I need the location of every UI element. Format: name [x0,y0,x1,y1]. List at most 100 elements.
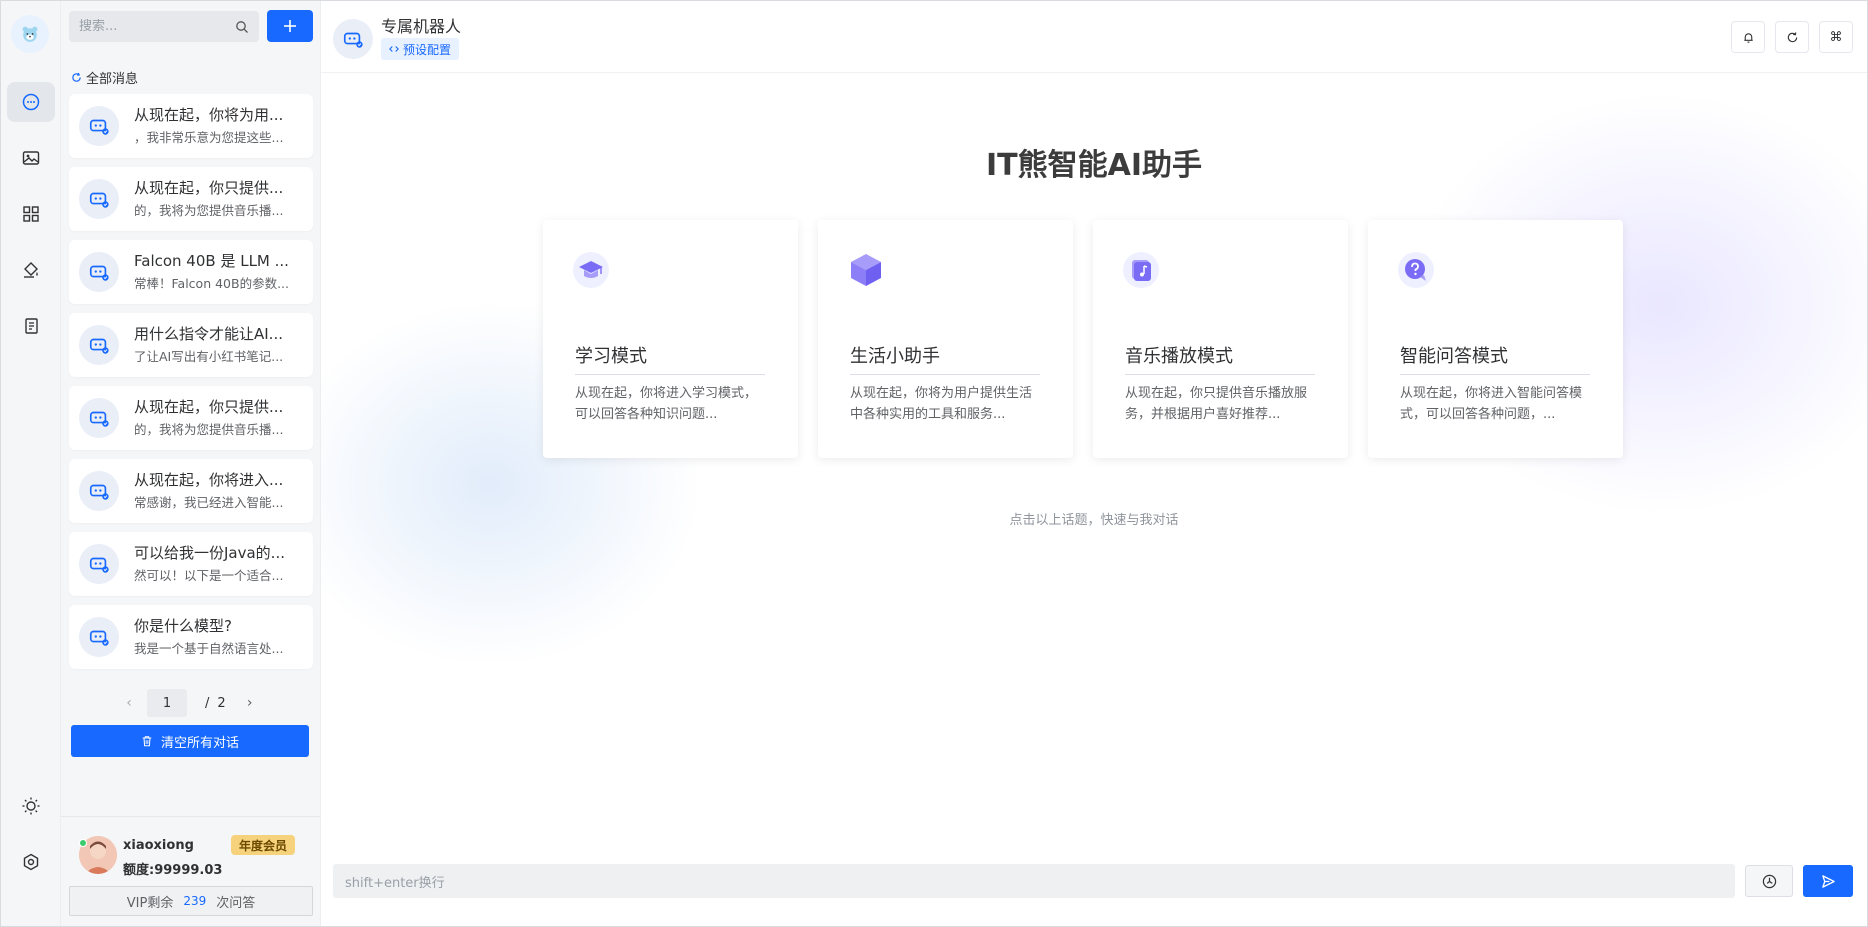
topic-card-music[interactable]: 音乐播放模式 从现在起，你只提供音乐播放服务，并根据用户喜好推荐... [1093,220,1348,458]
question-chat-icon [1398,252,1434,288]
topic-card-description: 从现在起，你将进入学习模式，可以回答各种知识问题... [575,386,758,422]
apps-nav-button[interactable] [7,194,55,234]
document-icon [25,318,38,334]
topic-card-description: 从现在起，你只提供音乐播放服务，并根据用户喜好推荐... [1125,386,1308,422]
refresh-button[interactable] [1775,21,1809,53]
pagination: ‹ 1 / 2 › [119,689,260,717]
plus-icon [284,20,296,32]
session-title: 从现在起，你将进入... [134,471,284,489]
notification-button[interactable] [1731,21,1765,53]
session-item[interactable]: 从现在起，你只提供... 的，我将为您提供音乐播... [69,386,313,450]
apps-grid-icon [23,206,39,222]
user-quota: 额度:99999.03 [123,863,223,878]
welcome-stage: IT熊智能AI助手 学习模式 从现在起，你将进入学习模式，可以回答各种知识问题.… [321,74,1867,854]
page-title: IT熊智能AI助手 [985,148,1202,183]
code-icon [389,46,399,52]
app-window: 全部消息 从现在起，你将为用... ，我非常乐意为您提这些... 从现在起，你只… [0,0,1868,927]
chat-header: 专属机器人 预设配置 ⌘ [321,1,1867,73]
session-preview: 的，我将为您提供音乐播... [134,203,284,218]
session-list: 从现在起，你将为用... ，我非常乐意为您提这些... 从现在起，你只提供...… [69,94,313,678]
topic-card-learning[interactable]: 学习模式 从现在起，你将进入学习模式，可以回答各种知识问题... [543,220,798,458]
message-input[interactable]: shift+enter换行 [333,864,1735,898]
preset-config-label: 预设配置 [403,42,452,57]
sun-icon [22,797,40,815]
vip-remaining-prefix: VIP剩余 [126,895,174,911]
header-actions: ⌘ [1731,21,1853,53]
robot-avatar-icon [79,544,119,584]
session-title: 你是什么模型? [134,617,232,635]
bot-name: 专属机器人 [381,17,462,36]
session-preview: ，我非常乐意为您提这些... [134,130,284,145]
vip-remaining-count: 239 [183,894,207,908]
session-preview: 的，我将为您提供音乐播... [134,422,284,437]
shortcut-button[interactable]: ⌘ [1819,21,1853,53]
session-item[interactable]: 从现在起，你只提供... 的，我将为您提供音乐播... [69,167,313,231]
documents-nav-button[interactable] [7,306,55,346]
paint-nav-button[interactable] [7,250,55,290]
topic-card-qa[interactable]: 智能问答模式 从现在起，你将进入智能问答模式，可以回答各种问题，... [1368,220,1623,458]
page-separator: / [205,695,210,711]
topic-hint: 点击以上话题，快速与我对话 [1009,513,1179,528]
model-switch-button[interactable] [1745,865,1793,897]
topic-card-description: 从现在起，你将进入智能问答模式，可以回答各种问题，... [1400,386,1583,422]
command-icon: ⌘ [1829,29,1843,45]
robot-avatar-icon [79,471,119,511]
new-chat-button[interactable] [267,10,313,42]
session-preview: 常棒！Falcon 40B的参数... [134,276,289,291]
preset-config-button[interactable]: 预设配置 [381,38,460,60]
search-icon[interactable] [235,20,249,34]
settings-icon [23,853,39,871]
session-title: 可以给我一份Java的... [134,544,285,562]
session-item[interactable]: Falcon 40B 是 LLM ... 常棒！Falcon 40B的参数... [69,240,313,304]
send-button[interactable] [1803,865,1853,897]
trash-icon [142,736,152,747]
session-item[interactable]: 可以给我一份Java的... 然可以！以下是一个适合... [69,532,313,596]
robot-avatar-icon [79,398,119,438]
refresh-icon [72,72,81,82]
session-title: 从现在起，你将为用... [134,106,284,124]
robot-avatar-icon [333,19,373,59]
topic-card-title: 音乐播放模式 [1125,342,1315,375]
next-page-button[interactable]: › [240,695,260,711]
chat-nav-button[interactable] [7,82,55,122]
image-nav-button[interactable] [7,138,55,178]
session-preview: 常感谢，我已经进入智能... [134,495,284,510]
graduation-cap-icon [573,252,609,288]
robot-avatar-icon [79,325,119,365]
refresh-icon [1787,31,1797,42]
prev-page-button[interactable]: ‹ [119,695,139,711]
bell-icon [1743,32,1753,43]
topic-cards: 学习模式 从现在起，你将进入学习模式，可以回答各种知识问题... 生活小助手 从… [543,220,1623,458]
session-title: Falcon 40B 是 LLM ... [134,252,289,270]
settings-button[interactable] [7,842,55,882]
image-icon [22,151,40,165]
page-number-input[interactable]: 1 [147,689,187,717]
send-icon [1821,874,1835,888]
topic-card-title: 生活小助手 [850,342,1040,375]
all-messages-header[interactable]: 全部消息 [71,68,138,87]
session-item[interactable]: 从现在起，你将为用... ，我非常乐意为您提这些... [69,94,313,158]
session-sidebar: 全部消息 从现在起，你将为用... ，我非常乐意为您提这些... 从现在起，你只… [61,1,321,926]
session-preview: 然可以！以下是一个适合... [134,568,284,583]
topic-card-life-assistant[interactable]: 生活小助手 从现在起，你将为用户提供生活中各种实用的工具和服务... [818,220,1073,458]
music-icon [1123,252,1159,288]
session-title: 从现在起，你只提供... [134,398,284,416]
session-preview: 了让AI写出有小红书笔记... [134,349,284,364]
online-status-dot [79,839,87,847]
vip-remaining-suffix: 次问答 [216,895,256,911]
robot-avatar-icon [79,617,119,657]
session-item[interactable]: 用什么指令才能让AI... 了让AI写出有小红书笔记... [69,313,313,377]
session-item[interactable]: 从现在起，你将进入... 常感谢，我已经进入智能... [69,459,313,523]
clear-all-button[interactable]: 清空所有对话 [71,725,309,757]
model-switch-icon [1762,874,1776,888]
session-item[interactable]: 你是什么模型? 我是一个基于自然语言处... [69,605,313,669]
search-input[interactable] [79,19,229,34]
topic-card-title: 学习模式 [575,342,765,375]
message-composer: shift+enter换行 [321,854,1867,926]
vip-remaining[interactable]: VIP剩余 239 次问答 [69,886,313,916]
search-box [69,11,259,42]
robot-avatar-icon [79,252,119,292]
bear-logo-icon[interactable] [11,15,49,53]
theme-toggle-button[interactable] [7,786,55,826]
main-panel: 专属机器人 预设配置 ⌘ IT熊智能AI助手 学习模式 从现在起，你将进入学习模… [321,1,1867,926]
